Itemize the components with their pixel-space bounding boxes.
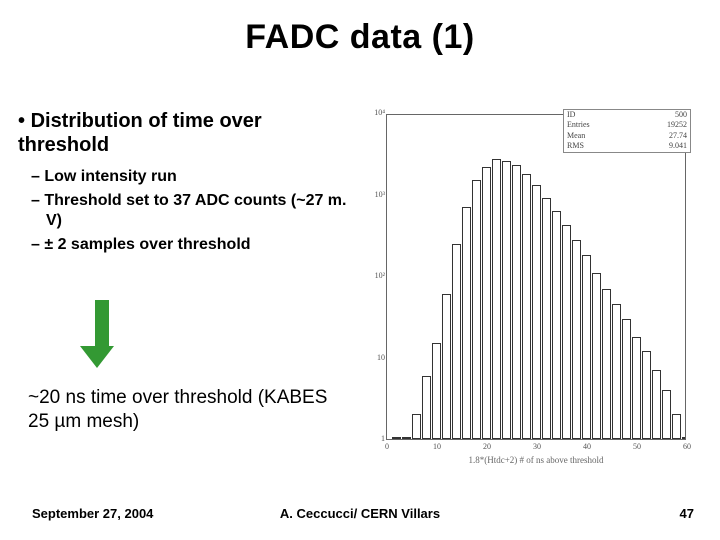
histogram-bin bbox=[562, 225, 571, 439]
x-tick-label: 10 bbox=[425, 442, 449, 451]
bullet-main: Distribution of time over threshold bbox=[18, 110, 348, 157]
histogram-bin bbox=[532, 185, 541, 439]
sub-bullet: Threshold set to 37 ADC counts (~27 m. V… bbox=[18, 191, 348, 231]
slide-title: FADC data (1) bbox=[0, 18, 720, 57]
histogram-bin bbox=[602, 289, 611, 439]
conclusion-text: ~20 ns time over threshold (KABES 25 µm … bbox=[28, 386, 348, 434]
histogram-bin bbox=[642, 351, 651, 439]
y-tick-label: 10³ bbox=[367, 190, 385, 199]
footer-author: A. Ceccucci/ CERN Villars bbox=[0, 506, 720, 521]
histogram-bin bbox=[552, 211, 561, 439]
histogram-bin bbox=[512, 165, 521, 439]
histogram-bin bbox=[662, 390, 671, 439]
histogram-bin bbox=[652, 370, 661, 439]
histogram-bin bbox=[672, 414, 681, 439]
x-axis-label: 1.8*(Htdc+2) # of ns above threshold bbox=[387, 455, 685, 465]
footer-page: 47 bbox=[680, 506, 694, 521]
chart-bars bbox=[387, 115, 685, 439]
chart-frame: ID500 Entries19252 Mean27.74 RMS9.041 11… bbox=[386, 114, 686, 440]
x-tick-label: 30 bbox=[525, 442, 549, 451]
histogram-bin bbox=[412, 414, 421, 439]
histogram-bin bbox=[422, 376, 431, 439]
sub-bullet: Low intensity run bbox=[18, 167, 348, 187]
histogram-bin bbox=[472, 180, 481, 439]
histogram-chart: ID500 Entries19252 Mean27.74 RMS9.041 11… bbox=[362, 108, 692, 470]
y-tick-label: 10 bbox=[367, 353, 385, 362]
footer: September 27, 2004 A. Ceccucci/ CERN Vil… bbox=[0, 506, 720, 526]
x-tick-label: 50 bbox=[625, 442, 649, 451]
histogram-bin bbox=[622, 319, 631, 439]
histogram-bin bbox=[452, 244, 461, 439]
x-tick-label: 60 bbox=[675, 442, 699, 451]
arrow-icon bbox=[90, 300, 114, 368]
x-tick-label: 0 bbox=[375, 442, 399, 451]
histogram-bin bbox=[612, 304, 621, 439]
histogram-bin bbox=[592, 273, 601, 439]
histogram-bin bbox=[502, 161, 511, 439]
histogram-bin bbox=[522, 174, 531, 439]
histogram-bin bbox=[432, 343, 441, 439]
histogram-bin bbox=[442, 294, 451, 439]
histogram-bin bbox=[682, 437, 685, 439]
slide: FADC data (1) Distribution of time over … bbox=[0, 0, 720, 540]
x-tick-label: 20 bbox=[475, 442, 499, 451]
histogram-bin bbox=[492, 159, 501, 439]
histogram-bin bbox=[482, 167, 491, 439]
histogram-bin bbox=[402, 437, 411, 439]
histogram-bin bbox=[632, 337, 641, 439]
y-tick-label: 10⁴ bbox=[367, 108, 385, 117]
histogram-bin bbox=[582, 255, 591, 439]
body-text: Distribution of time over threshold Low … bbox=[18, 110, 348, 255]
x-tick-label: 40 bbox=[575, 442, 599, 451]
histogram-bin bbox=[572, 240, 581, 439]
histogram-bin bbox=[392, 437, 401, 439]
histogram-bin bbox=[542, 198, 551, 439]
sub-bullet: ± 2 samples over threshold bbox=[18, 235, 348, 255]
histogram-bin bbox=[462, 207, 471, 439]
y-tick-label: 10² bbox=[367, 271, 385, 280]
